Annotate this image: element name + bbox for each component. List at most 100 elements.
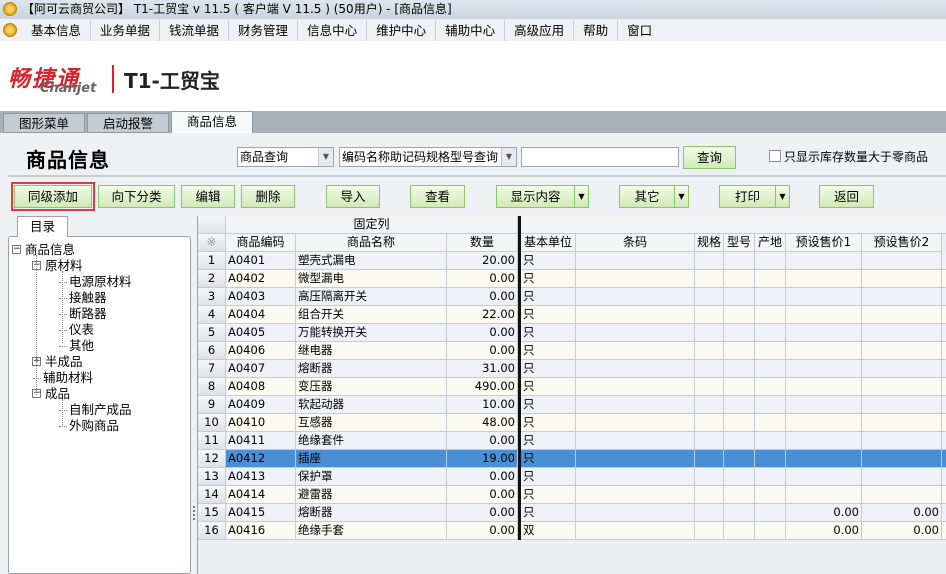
table-cell[interactable]: 只	[521, 468, 576, 486]
table-row[interactable]: 8 A0408 变压器 490.00 只	[198, 378, 946, 396]
table-row[interactable]: 5 A0405 万能转换开关 0.00 只	[198, 324, 946, 342]
table-cell[interactable]	[862, 432, 942, 450]
tree-node[interactable]: 其他	[69, 338, 94, 354]
table-cell[interactable]	[724, 288, 755, 306]
table-cell[interactable]: 只	[521, 378, 576, 396]
table-cell[interactable]	[724, 486, 755, 504]
table-cell[interactable]	[755, 522, 786, 540]
table-cell[interactable]	[724, 414, 755, 432]
menu-item[interactable]: 业务单据	[91, 20, 161, 41]
tree-node[interactable]: 电源原材料	[69, 274, 132, 290]
tree-node[interactable]: 外购商品	[69, 418, 119, 434]
table-row[interactable]: 14 A0414 避雷器 0.00 只	[198, 486, 946, 504]
chevron-down-icon[interactable]: ▼	[674, 186, 688, 207]
menu-icon[interactable]	[3, 23, 17, 37]
menu-item[interactable]: 基本信息	[22, 20, 92, 41]
table-cell[interactable]	[755, 270, 786, 288]
edit-button[interactable]: 编辑	[181, 185, 235, 208]
table-row[interactable]: 7 A0407 熔断器 31.00 只	[198, 360, 946, 378]
table-cell[interactable]: A0414	[226, 486, 296, 504]
menu-item[interactable]: 财务管理	[229, 20, 299, 41]
table-cell[interactable]	[695, 288, 724, 306]
table-row[interactable]: 13 A0413 保护罩 0.00 只	[198, 468, 946, 486]
table-cell[interactable]	[576, 270, 695, 288]
chevron-down-icon[interactable]: ▼	[574, 186, 588, 207]
table-cell[interactable]: 0.00	[447, 432, 518, 450]
table-cell[interactable]	[786, 270, 862, 288]
frozen-column-divider[interactable]	[518, 216, 521, 540]
menu-item[interactable]: 维护中心	[367, 20, 437, 41]
table-cell[interactable]	[724, 396, 755, 414]
table-cell[interactable]	[862, 288, 942, 306]
table-cell[interactable]	[755, 414, 786, 432]
table-cell[interactable]	[862, 378, 942, 396]
table-cell[interactable]: A0408	[226, 378, 296, 396]
table-cell[interactable]	[724, 504, 755, 522]
table-cell[interactable]	[695, 522, 724, 540]
table-cell[interactable]: 22.00	[447, 306, 518, 324]
table-cell[interactable]: 0.00	[862, 504, 942, 522]
table-cell[interactable]	[862, 450, 942, 468]
table-cell[interactable]	[786, 414, 862, 432]
column-header[interactable]: 规格	[695, 234, 724, 252]
table-row[interactable]: 10 A0410 互感器 48.00 只	[198, 414, 946, 432]
table-cell[interactable]	[724, 432, 755, 450]
table-cell[interactable]: 组合开关	[296, 306, 447, 324]
table-cell[interactable]: 0.00	[786, 522, 862, 540]
table-cell[interactable]: 双	[521, 522, 576, 540]
table-cell[interactable]: 保护罩	[296, 468, 447, 486]
table-row[interactable]: 6 A0406 继电器 0.00 只	[198, 342, 946, 360]
menu-item[interactable]: 信息中心	[298, 20, 368, 41]
table-cell[interactable]	[755, 252, 786, 270]
table-row[interactable]: 3 A0403 高压隔离开关 0.00 只	[198, 288, 946, 306]
table-cell[interactable]: 0.00	[447, 504, 518, 522]
chevron-down-icon[interactable]: ▼	[775, 186, 789, 207]
column-header[interactable]: 基本单位	[521, 234, 576, 252]
table-row[interactable]: 15 A0415 熔断器 0.00 只 0.00 0.00	[198, 504, 946, 522]
table-cell[interactable]	[576, 324, 695, 342]
table-cell[interactable]	[724, 522, 755, 540]
table-cell[interactable]	[755, 360, 786, 378]
table-cell[interactable]: 19.00	[447, 450, 518, 468]
table-cell[interactable]	[786, 486, 862, 504]
table-cell[interactable]	[786, 468, 862, 486]
table-cell[interactable]: 微型漏电	[296, 270, 447, 288]
tree-node[interactable]: 辅助材料	[43, 370, 93, 386]
delete-button[interactable]: 删除	[241, 185, 295, 208]
menu-item[interactable]: 辅助中心	[436, 20, 506, 41]
table-cell[interactable]	[755, 468, 786, 486]
table-cell[interactable]	[862, 486, 942, 504]
table-cell[interactable]	[695, 450, 724, 468]
table-cell[interactable]	[576, 522, 695, 540]
table-cell[interactable]: 高压隔离开关	[296, 288, 447, 306]
table-row[interactable]: 1 A0401 塑壳式漏电 20.00 只	[198, 252, 946, 270]
import-button[interactable]: 导入	[326, 185, 380, 208]
tree-node[interactable]: 成品	[45, 386, 70, 402]
query-mode-select[interactable]: 编码名称助记码规格型号查询 ▼	[339, 147, 517, 167]
display-content-button[interactable]: 显示内容 ▼	[496, 185, 589, 208]
table-cell[interactable]: A0405	[226, 324, 296, 342]
tab-2[interactable]: 商品信息	[171, 111, 254, 133]
table-cell[interactable]	[576, 306, 695, 324]
column-header[interactable]: 商品名称	[296, 234, 447, 252]
query-type-select[interactable]: 商品查询 ▼	[237, 147, 334, 167]
table-cell[interactable]: A0416	[226, 522, 296, 540]
table-cell[interactable]	[724, 324, 755, 342]
table-cell[interactable]	[755, 486, 786, 504]
table-cell[interactable]	[695, 324, 724, 342]
table-cell[interactable]	[724, 468, 755, 486]
table-cell[interactable]	[755, 306, 786, 324]
table-cell[interactable]	[724, 270, 755, 288]
table-row[interactable]: 12 A0412 插座 19.00 只	[198, 450, 946, 468]
collapse-icon[interactable]: −	[12, 245, 21, 254]
table-cell[interactable]	[724, 342, 755, 360]
table-cell[interactable]	[695, 432, 724, 450]
table-cell[interactable]	[755, 288, 786, 306]
table-cell[interactable]: 只	[521, 270, 576, 288]
table-cell[interactable]	[695, 504, 724, 522]
table-cell[interactable]: 0.00	[447, 522, 518, 540]
tab-1[interactable]: 启动报警	[87, 113, 170, 133]
menu-item[interactable]: 帮助	[574, 20, 619, 41]
tree-node[interactable]: 半成品	[45, 354, 83, 370]
table-cell[interactable]	[862, 306, 942, 324]
